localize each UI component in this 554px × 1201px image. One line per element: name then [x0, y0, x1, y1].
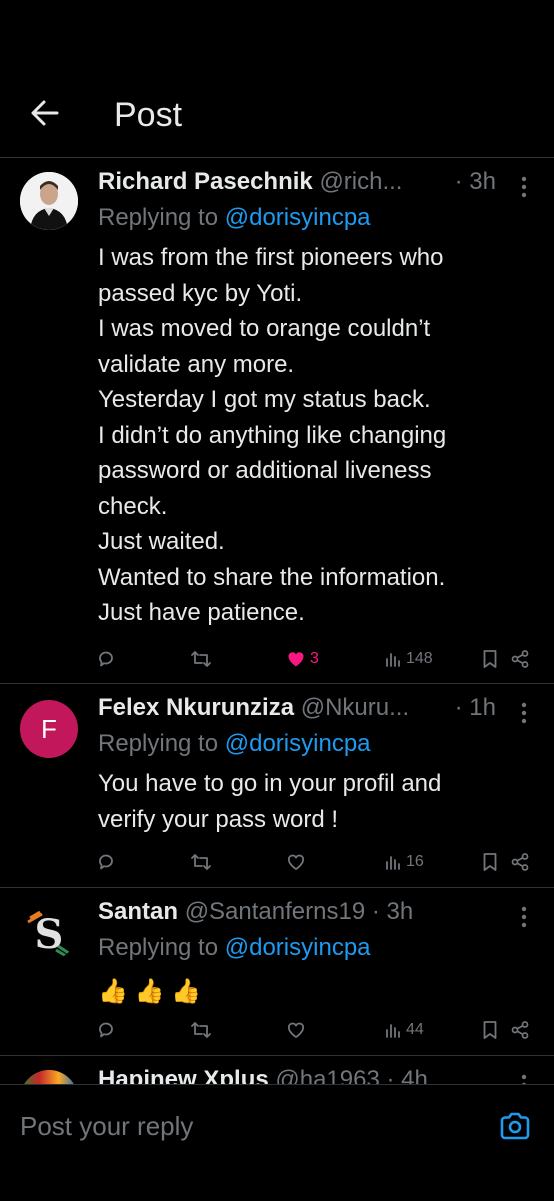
author-handle[interactable]: @Nkuru... [301, 694, 409, 721]
repost-button[interactable] [190, 1018, 212, 1042]
avatar-letter: F [41, 713, 57, 744]
reply-post[interactable]: F Felex Nkurunziza @Nkuru... · 1h Replyi… [0, 684, 554, 888]
post-body: You have to go in your profil and verify… [98, 766, 538, 837]
views-button[interactable]: 16 [384, 850, 424, 874]
author-line: Felex Nkurunziza @Nkuru... [98, 694, 494, 726]
avatar[interactable]: S [20, 902, 78, 960]
author-name[interactable]: Felex Nkurunziza [98, 694, 294, 721]
repost-button[interactable] [190, 647, 212, 671]
page-title: Post [114, 96, 183, 134]
body-line: Just have patience. [98, 599, 305, 626]
replying-label: Replying to [98, 730, 219, 757]
top-bar: Post [0, 70, 554, 156]
body-line: password or additional liveness [98, 457, 432, 484]
like-count: 3 [310, 650, 319, 667]
view-count: 148 [406, 650, 433, 667]
reply-post[interactable]: S Santan @Santanferns19 · 3h Replying to… [0, 888, 554, 1056]
post-body: 👍 👍 👍 [98, 974, 538, 1010]
reply-composer: Post your reply [0, 1084, 554, 1201]
reply-icon [99, 651, 113, 667]
author-name[interactable]: Santan [98, 898, 178, 925]
bookmark-icon [483, 1021, 497, 1039]
replying-to: Replying to @dorisyincpa [98, 934, 371, 962]
author-handle[interactable]: @Santanferns19 [185, 898, 365, 925]
body-line: I was from the first pioneers who [98, 244, 444, 271]
more-options-icon[interactable] [520, 906, 528, 928]
post-time: · 1h [454, 694, 496, 721]
post-time: · 3h [454, 168, 496, 195]
reply-post[interactable]: Richard Pasechnik @rich... · 3h Replying… [0, 158, 554, 684]
view-count: 44 [406, 1021, 424, 1038]
body-line: validate any more. [98, 350, 295, 378]
replying-label: Replying to [98, 934, 219, 961]
body-line: verify your pass word ! [98, 805, 339, 833]
repost-icon [191, 651, 211, 667]
action-bar: 3 148 [96, 647, 536, 671]
share-icon [511, 853, 529, 871]
more-options-icon[interactable] [520, 702, 528, 724]
bookmark-button[interactable] [482, 1018, 498, 1042]
bookmark-button[interactable] [482, 647, 498, 671]
mention-link[interactable]: @dorisyincpa [225, 730, 371, 757]
like-button[interactable] [286, 1018, 306, 1042]
body-line: I didn’t do anything like changing [98, 421, 447, 449]
heart-icon [287, 854, 305, 870]
body-line: Yesterday I got my status back. [98, 386, 431, 413]
reply-button[interactable] [96, 850, 116, 874]
bookmark-icon [483, 650, 497, 668]
avatar[interactable]: F [20, 700, 78, 758]
heart-icon [287, 1022, 305, 1038]
mention-link[interactable]: @dorisyincpa [225, 934, 371, 961]
views-icon [386, 856, 400, 870]
action-bar: 44 [96, 1018, 536, 1042]
repost-icon [191, 1022, 211, 1038]
author-line: Richard Pasechnik @rich... [98, 168, 494, 200]
views-icon [386, 1024, 400, 1038]
author-name[interactable]: Richard Pasechnik [98, 168, 313, 195]
repost-button[interactable] [190, 850, 212, 874]
author-handle[interactable]: @rich... [319, 168, 402, 195]
reply-input[interactable]: Post your reply [20, 1111, 193, 1142]
share-icon [511, 1021, 529, 1039]
svg-text:S: S [35, 911, 64, 958]
body-line: 👍 👍 👍 [98, 978, 201, 1005]
reply-icon [99, 854, 113, 870]
reply-icon [99, 1022, 113, 1038]
body-line: check. [98, 492, 168, 520]
avatar[interactable] [20, 172, 78, 230]
share-icon [511, 650, 529, 668]
post-time: · 3h [371, 898, 414, 925]
bookmark-icon [483, 853, 497, 871]
body-line: Wanted to share the information. [98, 563, 446, 591]
action-bar: 16 [96, 850, 536, 874]
heart-filled-icon [288, 652, 304, 667]
share-button[interactable] [510, 850, 530, 874]
post-body: I was from the first pioneers who passed… [98, 240, 538, 631]
reply-button[interactable] [96, 1018, 116, 1042]
body-line: passed kyc by Yoti. [98, 279, 303, 307]
view-count: 16 [406, 853, 424, 870]
like-button[interactable] [286, 850, 306, 874]
back-arrow-icon[interactable] [28, 96, 62, 130]
share-button[interactable] [510, 647, 530, 671]
body-line: I was moved to orange couldn’t [98, 315, 431, 342]
replying-label: Replying to [98, 204, 219, 231]
author-line: Santan @Santanferns19 · 3h [98, 898, 494, 930]
body-line: Just waited. [98, 528, 225, 555]
like-button[interactable]: 3 [286, 647, 319, 671]
views-button[interactable]: 44 [384, 1018, 424, 1042]
mention-link[interactable]: @dorisyincpa [225, 204, 371, 231]
repost-icon [191, 854, 211, 870]
replying-to: Replying to @dorisyincpa [98, 204, 371, 232]
camera-icon[interactable] [498, 1109, 532, 1143]
views-button[interactable]: 148 [384, 647, 433, 671]
share-button[interactable] [510, 1018, 530, 1042]
bookmark-button[interactable] [482, 850, 498, 874]
reply-button[interactable] [96, 647, 116, 671]
replying-to: Replying to @dorisyincpa [98, 730, 371, 758]
body-line: You have to go in your profil and [98, 770, 442, 797]
more-options-icon[interactable] [520, 176, 528, 198]
views-icon [386, 653, 400, 667]
